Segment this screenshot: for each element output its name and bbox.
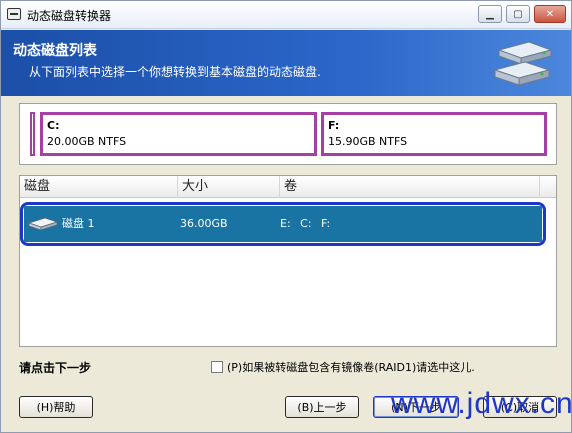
maximize-button[interactable]: ▢ <box>506 5 530 23</box>
disks-icon <box>493 41 553 86</box>
volume-panel: C: 20.00GB NTFS F: 15.90GB NTFS <box>19 103 557 165</box>
volume-c[interactable]: C: 20.00GB NTFS <box>40 112 317 156</box>
instruction-text: 请点击下一步 <box>19 361 92 375</box>
column-header-volumes[interactable]: 卷 <box>280 176 540 198</box>
disk-list[interactable]: 磁盘 大小 卷 磁盘 1 36.00GB E: C: F: <box>19 175 557 347</box>
column-header-disk[interactable]: 磁盘 <box>20 176 178 198</box>
raid-option[interactable]: (P)如果被转磁盘包含有镜像卷(RAID1)请选中这儿. <box>211 359 475 375</box>
help-button[interactable]: (H)帮助 <box>19 396 93 418</box>
column-header-size[interactable]: 大小 <box>178 176 280 198</box>
volume-letter: F: <box>328 119 340 132</box>
header-title: 动态磁盘列表 <box>13 43 97 59</box>
app-icon <box>7 8 21 20</box>
site-watermark: www.jdwx.cn <box>391 387 572 420</box>
back-button[interactable]: (B)上一步 <box>285 396 359 418</box>
window-title: 动态磁盘转换器 <box>27 9 112 23</box>
minimize-button[interactable]: ▁ <box>478 5 502 23</box>
raid-checkbox-label[interactable]: (P)如果被转磁盘包含有镜像卷(RAID1)请选中这儿. <box>227 359 475 375</box>
list-item[interactable]: 磁盘 1 36.00GB E: C: F: <box>24 206 542 242</box>
list-header: 磁盘 大小 卷 <box>20 176 556 198</box>
disk-icon <box>28 217 58 231</box>
volume-info: 20.00GB NTFS <box>47 135 127 148</box>
dynamic-disk-converter-window: 动态磁盘转换器 ▁ ▢ ✕ 动态磁盘列表 从下面列表中选择一个你想转换到基本磁盘… <box>0 0 572 433</box>
disk-size: 36.00GB <box>180 217 228 230</box>
volume-letter: C: <box>47 119 60 132</box>
column-header-filler <box>540 176 556 198</box>
header-subtitle: 从下面列表中选择一个你想转换到基本磁盘的动态磁盘. <box>29 65 321 79</box>
close-button[interactable]: ✕ <box>534 5 566 23</box>
volume-partition-marker <box>30 112 35 156</box>
title-bar[interactable]: 动态磁盘转换器 ▁ ▢ ✕ <box>1 1 571 29</box>
volume-f[interactable]: F: 15.90GB NTFS <box>321 112 547 156</box>
raid-checkbox[interactable] <box>211 361 223 373</box>
volume-info: 15.90GB NTFS <box>328 135 408 148</box>
wizard-header: 动态磁盘列表 从下面列表中选择一个你想转换到基本磁盘的动态磁盘. <box>1 30 571 96</box>
disk-name: 磁盘 1 <box>62 217 95 230</box>
disk-volumes: E: C: F: <box>280 217 331 230</box>
